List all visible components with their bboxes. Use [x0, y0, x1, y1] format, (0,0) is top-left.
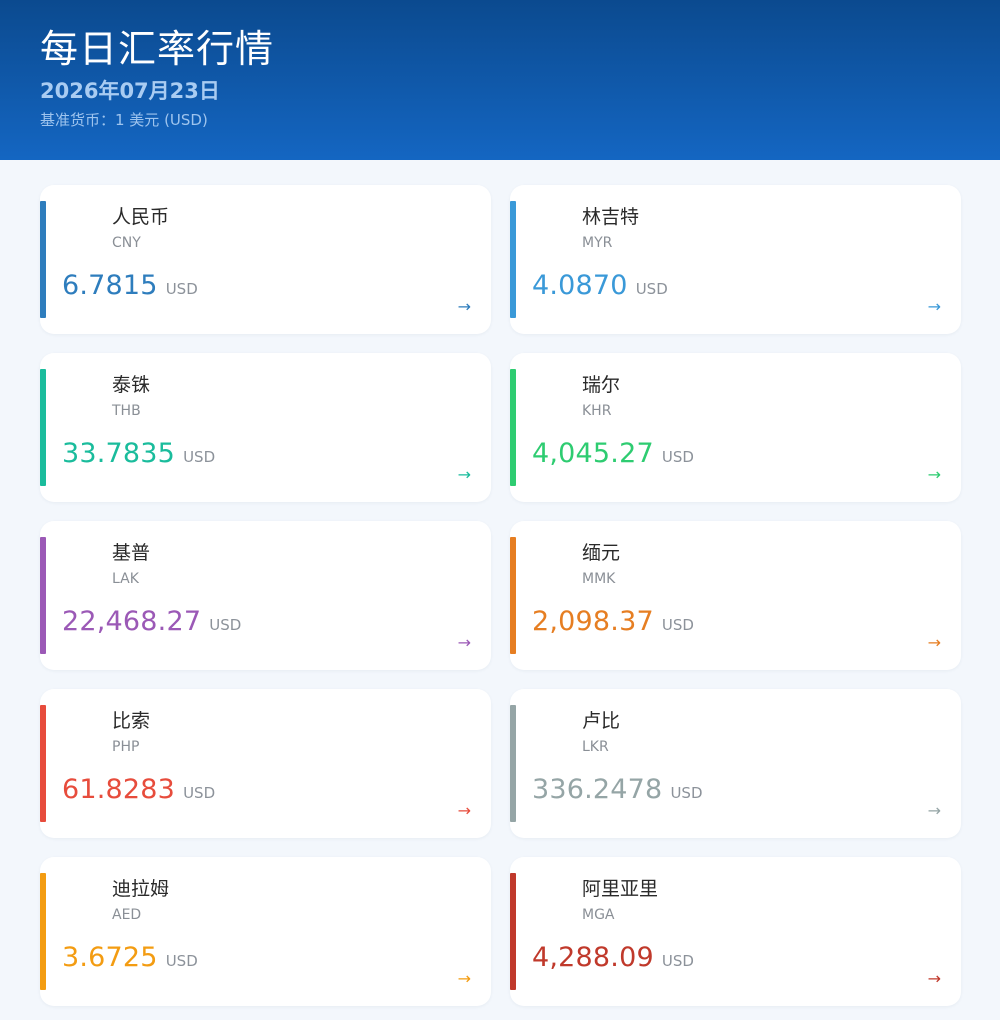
currency-name: 基普 [112, 542, 151, 564]
rate-unit: USD [183, 448, 216, 466]
rate-line: 3.6725 USD [62, 941, 198, 975]
accent-bar [510, 369, 516, 486]
page-title: 每日汇率行情 [40, 27, 275, 71]
currency-code: KHR [582, 403, 612, 419]
currency-code: PHP [112, 739, 140, 755]
rate-value: 4,045.27 [532, 438, 654, 469]
rate-value: 33.7835 [62, 438, 176, 469]
currency-code: THB [112, 403, 141, 419]
currency-name: 林吉特 [582, 206, 640, 228]
rate-value: 22,468.27 [62, 606, 202, 637]
arrow-right-icon[interactable]: → [458, 466, 471, 484]
currency-name: 泰铢 [112, 374, 151, 396]
rate-line: 33.7835 USD [62, 437, 215, 471]
rate-unit: USD [661, 952, 694, 970]
arrow-right-icon[interactable]: → [458, 970, 471, 988]
rate-unit: USD [165, 280, 198, 298]
rate-unit: USD [165, 952, 198, 970]
rate-card-myr[interactable]: 林吉特 MYR 4.0870 USD → [510, 185, 961, 334]
currency-name: 迪拉姆 [112, 878, 170, 900]
arrow-right-icon[interactable]: → [928, 634, 941, 652]
rate-card-thb[interactable]: 泰铢 THB 33.7835 USD → [40, 353, 491, 502]
rate-unit: USD [661, 448, 694, 466]
rate-value: 6.7815 [62, 270, 158, 301]
currency-name: 人民币 [112, 206, 170, 228]
accent-bar [40, 201, 46, 318]
rate-value: 2,098.37 [532, 606, 654, 637]
currency-code: AED [112, 907, 142, 923]
rate-card-php[interactable]: 比索 PHP 61.8283 USD → [40, 689, 491, 838]
rate-card-mmk[interactable]: 缅元 MMK 2,098.37 USD → [510, 521, 961, 670]
rate-card-khr[interactable]: 瑞尔 KHR 4,045.27 USD → [510, 353, 961, 502]
rate-unit: USD [670, 784, 703, 802]
accent-bar [40, 705, 46, 822]
currency-name: 缅元 [582, 542, 621, 564]
rate-line: 22,468.27 USD [62, 605, 241, 639]
base-currency-note: 基准货币：1 美元 (USD) [40, 111, 208, 129]
arrow-right-icon[interactable]: → [458, 802, 471, 820]
currency-code: MGA [582, 907, 615, 923]
currency-code: MYR [582, 235, 613, 251]
rate-line: 4,045.27 USD [532, 437, 694, 471]
rate-card-mga[interactable]: 阿里亚里 MGA 4,288.09 USD → [510, 857, 961, 1006]
rate-unit: USD [183, 784, 216, 802]
currency-name: 比索 [112, 710, 151, 732]
rate-line: 4,288.09 USD [532, 941, 694, 975]
rate-line: 61.8283 USD [62, 773, 215, 807]
currency-code: CNY [112, 235, 141, 251]
accent-bar [510, 873, 516, 990]
rate-line: 4.0870 USD [532, 269, 668, 303]
rate-unit: USD [209, 616, 242, 634]
accent-bar [40, 537, 46, 654]
rate-card-lkr[interactable]: 卢比 LKR 336.2478 USD → [510, 689, 961, 838]
accent-bar [510, 201, 516, 318]
accent-bar [510, 705, 516, 822]
accent-bar [510, 537, 516, 654]
rate-value: 3.6725 [62, 942, 158, 973]
currency-code: MMK [582, 571, 616, 587]
currency-code: LKR [582, 739, 609, 755]
currency-name: 阿里亚里 [582, 878, 659, 900]
rate-card-grid: 人民币 CNY 6.7815 USD → 林吉特 MYR 4.0870 USD → … [0, 160, 1000, 1020]
rate-value: 336.2478 [532, 774, 663, 805]
rate-card-lak[interactable]: 基普 LAK 22,468.27 USD → [40, 521, 491, 670]
rate-unit: USD [661, 616, 694, 634]
rate-card-aed[interactable]: 迪拉姆 AED 3.6725 USD → [40, 857, 491, 1006]
accent-bar [40, 873, 46, 990]
rate-value: 61.8283 [62, 774, 176, 805]
rate-line: 2,098.37 USD [532, 605, 694, 639]
currency-name: 卢比 [582, 710, 621, 732]
rate-line: 6.7815 USD [62, 269, 198, 303]
arrow-right-icon[interactable]: → [928, 298, 941, 316]
arrow-right-icon[interactable]: → [928, 466, 941, 484]
arrow-right-icon[interactable]: → [928, 802, 941, 820]
arrow-right-icon[interactable]: → [458, 298, 471, 316]
arrow-right-icon[interactable]: → [458, 634, 471, 652]
rate-card-cny[interactable]: 人民币 CNY 6.7815 USD → [40, 185, 491, 334]
page-header: 每日汇率行情 2026年07月23日 基准货币：1 美元 (USD) [0, 0, 1000, 160]
rate-line: 336.2478 USD [532, 773, 703, 807]
currency-code: LAK [112, 571, 139, 587]
report-date: 2026年07月23日 [40, 79, 220, 103]
accent-bar [40, 369, 46, 486]
currency-name: 瑞尔 [582, 374, 621, 396]
rate-unit: USD [635, 280, 668, 298]
rate-value: 4,288.09 [532, 942, 654, 973]
arrow-right-icon[interactable]: → [928, 970, 941, 988]
rate-value: 4.0870 [532, 270, 628, 301]
